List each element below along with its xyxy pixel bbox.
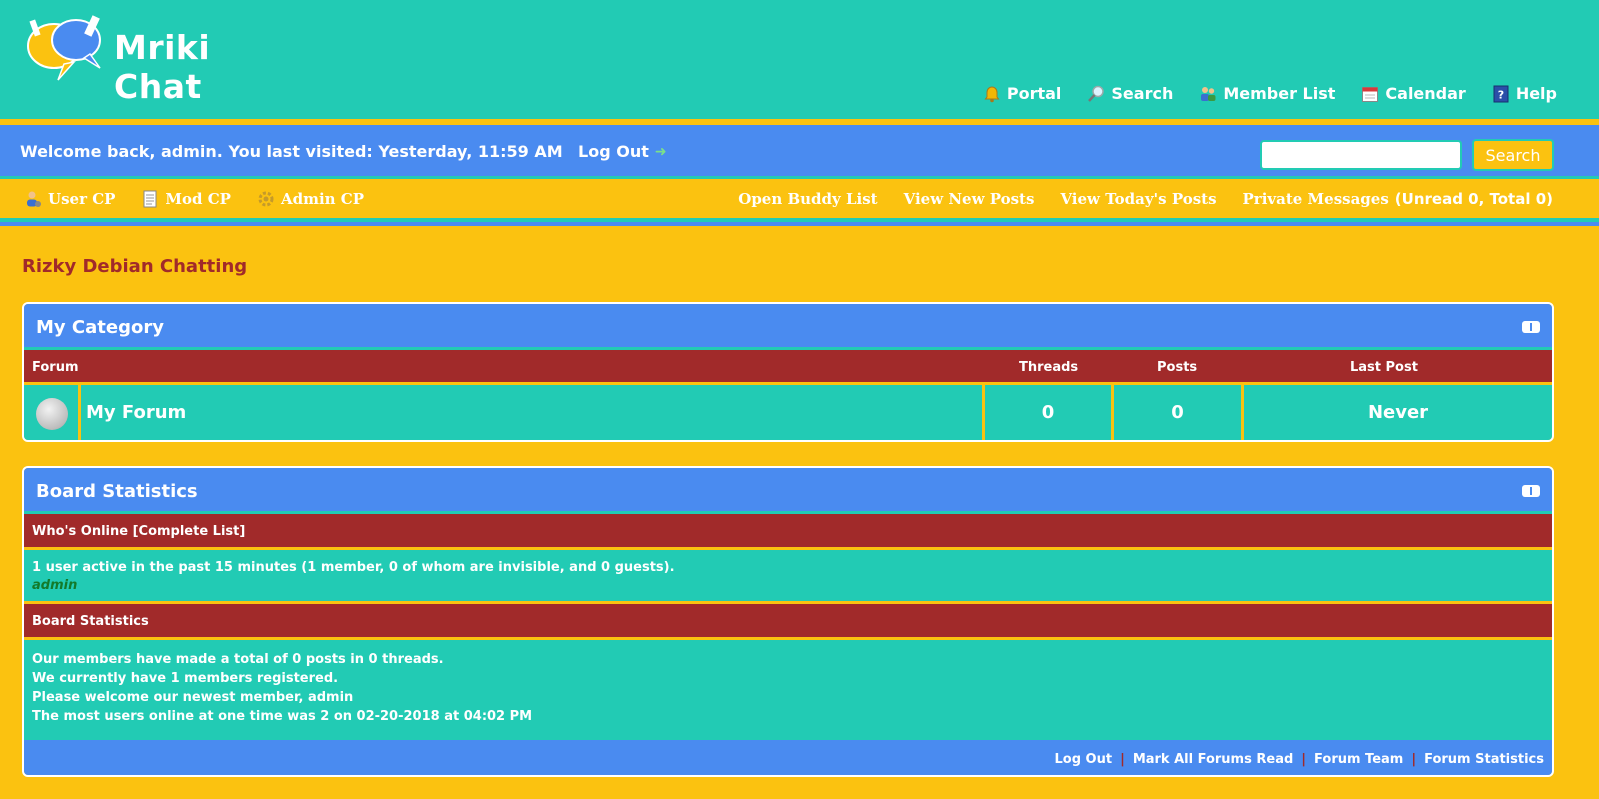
board-stats-body: Our members have made a total of 0 posts… [24, 640, 1552, 740]
open-buddy-list-link[interactable]: Open Buddy List [738, 190, 877, 208]
column-last-post: Last Post [1350, 360, 1418, 375]
category-header: My Category [24, 304, 1552, 350]
column-threads: Threads [1019, 360, 1079, 375]
notepad-icon [143, 190, 157, 208]
board-statistics-table: Board Statistics Who's Online [Complete … [22, 466, 1554, 777]
nav-member-list-label: Member List [1223, 84, 1336, 103]
admin-cp-label: Admin CP [280, 190, 365, 208]
mod-cp-label: Mod CP [165, 190, 231, 208]
whos-online-header: Who's Online [Complete List] [24, 514, 1552, 550]
members-icon [1201, 86, 1216, 101]
separator: | [1411, 752, 1417, 767]
table-row: My Forum 0 0 Never [24, 385, 1552, 440]
forum-last-post: Never [1241, 385, 1552, 440]
logout-link[interactable]: Log Out ➜ [578, 142, 667, 161]
forum-posts-count: 0 [1111, 385, 1241, 440]
nav-search[interactable]: Search [1087, 84, 1173, 103]
separator: | [1120, 752, 1125, 767]
forum-statistics-link[interactable]: Forum Statistics [1424, 752, 1544, 767]
private-messages-counts: (Unread 0, Total 0) [1394, 190, 1553, 208]
site-logo[interactable]: Mriki Chat [24, 14, 304, 106]
stats-header: Board Statistics [24, 468, 1552, 514]
header: Mriki Chat Portal Search Member List Cal… [0, 0, 1599, 119]
gear-icon [258, 191, 274, 207]
view-new-posts-link[interactable]: View New Posts [904, 190, 1035, 208]
stats-line: Our members have made a total of 0 posts… [32, 652, 444, 667]
nav-help-label: Help [1515, 84, 1557, 103]
column-posts: Posts [1157, 360, 1198, 375]
board-stats-header: Board Statistics [24, 604, 1552, 640]
logout-label: Log Out [578, 142, 649, 161]
footer-links: Log Out | Mark All Forums Read | Forum T… [1054, 752, 1544, 767]
separator: | [1301, 752, 1307, 767]
whos-online-title[interactable]: Who's Online [Complete List] [32, 524, 245, 539]
welcome-bar: Welcome back, admin. You last visited: Y… [0, 125, 1599, 179]
board-title[interactable]: Rizky Debian Chatting [22, 256, 247, 277]
panel-left-links: User CP Mod CP Admin CP [24, 190, 364, 208]
admin-cp-link[interactable]: Admin CP [257, 190, 364, 208]
mod-cp-link[interactable]: Mod CP [141, 190, 231, 208]
user-cp-label: User CP [48, 190, 116, 208]
user-icon [27, 191, 41, 207]
panel-divider-blue [0, 222, 1599, 226]
online-summary: 1 user active in the past 15 minutes (1 … [32, 560, 675, 575]
logo-text: Mriki Chat [114, 28, 211, 106]
column-forum: Forum [32, 360, 79, 375]
footer-logout-link[interactable]: Log Out [1054, 752, 1112, 767]
top-navigation: Portal Search Member List Calendar ? Hel… [983, 84, 1557, 103]
stats-line: Please welcome our newest member, admin [32, 690, 354, 705]
forum-cell [78, 385, 982, 440]
nav-portal[interactable]: Portal [983, 84, 1062, 103]
user-panel-bar: User CP Mod CP Admin CP Open Buddy List … [0, 182, 1599, 218]
forum-table-header: Forum Threads Posts Last Post [24, 350, 1552, 385]
category-table: My Category Forum Threads Posts Last Pos… [22, 302, 1554, 442]
svg-text:?: ? [1498, 88, 1504, 101]
arrow-right-icon: ➜ [654, 143, 667, 160]
nav-portal-label: Portal [1006, 84, 1062, 103]
welcome-text: Welcome back, admin. You last visited: Y… [20, 142, 563, 161]
nav-search-label: Search [1111, 84, 1174, 103]
user-cp-link[interactable]: User CP [24, 190, 115, 208]
private-messages-link[interactable]: Private Messages [1243, 190, 1389, 208]
magnifier-icon [1088, 85, 1105, 102]
stats-line: The most users online at one time was 2 … [32, 709, 533, 724]
help-icon: ? [1493, 85, 1509, 102]
stats-title: Board Statistics [36, 481, 198, 502]
search-button[interactable]: Search [1472, 139, 1554, 171]
nav-help[interactable]: ? Help [1492, 84, 1557, 103]
nav-calendar[interactable]: Calendar [1361, 84, 1466, 103]
collapse-toggle-icon[interactable] [1522, 321, 1540, 333]
stats-line: We currently have 1 members registered. [32, 671, 339, 686]
forum-status-icon [36, 398, 68, 430]
search-input[interactable] [1260, 140, 1462, 170]
forum-threads-count: 0 [982, 385, 1111, 440]
category-title[interactable]: My Category [36, 317, 164, 338]
view-todays-posts-link[interactable]: View Today's Posts [1060, 190, 1216, 208]
nav-member-list[interactable]: Member List [1199, 84, 1335, 103]
chat-bubble-logo-icon [27, 15, 101, 81]
bell-icon [984, 85, 1000, 102]
whos-online-body: 1 user active in the past 15 minutes (1 … [24, 550, 1552, 604]
stats-footer-bar: Log Out | Mark All Forums Read | Forum T… [24, 740, 1552, 775]
panel-right-links: Open Buddy List View New Posts View Toda… [738, 190, 1553, 208]
mark-all-forums-read-link[interactable]: Mark All Forums Read [1133, 752, 1293, 767]
nav-calendar-label: Calendar [1385, 84, 1466, 103]
collapse-toggle-icon[interactable] [1522, 485, 1540, 497]
online-user-link[interactable]: admin [32, 578, 77, 593]
calendar-icon [1362, 86, 1379, 102]
forum-team-link[interactable]: Forum Team [1314, 752, 1403, 767]
forum-name-link[interactable]: My Forum [86, 402, 186, 423]
board-stats-title: Board Statistics [32, 614, 149, 629]
